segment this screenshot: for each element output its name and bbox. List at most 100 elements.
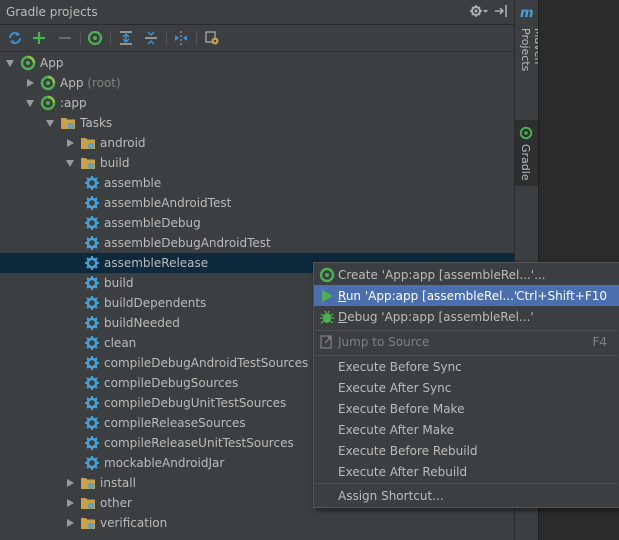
menu-item-label: Assign Shortcut... [338,489,444,503]
tree-item-label: build [104,276,134,290]
gradle-tab-label: Gradle [519,144,532,181]
folder-icon [80,515,96,531]
tree-item-node[interactable]: verification [0,513,514,533]
tree-item-task[interactable]: assembleAndroidTest [0,193,514,213]
expand-all-icon[interactable] [117,29,135,47]
tree-item-text: other [100,496,132,510]
run-icon [319,288,335,304]
expanded-arrow-icon[interactable] [46,120,54,127]
tree-item-task[interactable]: assembleDebugAndroidTest [0,233,514,253]
folder-icon [80,135,96,151]
gear-icon [84,275,100,291]
menu-item-label: Execute Before Rebuild [338,444,478,458]
expanded-arrow-icon[interactable] [26,100,34,107]
collapsed-arrow-icon[interactable] [67,499,74,507]
tree-item-node[interactable]: build [0,153,514,173]
tree-item-node[interactable]: :app [0,93,514,113]
gradle-toolbar [0,25,514,52]
gradle-icon [20,55,36,71]
tree-item-text: :app [60,96,87,110]
tree-item-node[interactable]: App [0,53,514,73]
execute-before-make-item[interactable]: Execute Before Make [314,398,619,419]
tree-item-label: compileDebugUnitTestSources [104,396,286,410]
tree-item-text: App [40,56,64,70]
tree-item-text: App [60,76,84,90]
tree-item-task[interactable]: assemble [0,173,514,193]
execute-gradle-task-icon[interactable] [86,29,104,47]
create-run-config-item[interactable]: Create 'App:app [assembleRel...'... [314,264,619,285]
tree-item-label: assembleDebug [104,216,201,230]
tree-item-task[interactable]: assembleDebug [0,213,514,233]
menu-item-label: Execute After Rebuild [338,465,468,479]
gradle-tab[interactable]: Gradle [515,120,538,186]
gradle-icon [40,75,56,91]
gradle-icon [40,95,56,111]
tree-item-text: verification [100,516,168,530]
menu-item-shortcut: F4 [592,335,607,349]
hide-panel-icon[interactable] [494,4,508,21]
tree-item-text: build [100,156,130,170]
tree-item-label: android [100,136,146,150]
tree-item-text: build [104,276,134,290]
refresh-icon[interactable] [6,29,24,47]
tree-item-text: compileDebugUnitTestSources [104,396,287,410]
jump-to-source-item[interactable]: Jump to Source F4 [314,331,619,352]
tree-item-label: compileReleaseUnitTestSources [104,436,294,450]
tree-item-label: compileReleaseSources [104,416,246,430]
collapsed-arrow-icon[interactable] [67,479,74,487]
menu-item-label: Debug 'App:app [assembleRel...' [338,310,534,324]
execute-before-rebuild-item[interactable]: Execute Before Rebuild [314,440,619,461]
tree-item-suffix: (root) [83,76,121,90]
expanded-arrow-icon[interactable] [66,160,74,167]
tree-item-text: buildNeeded [104,316,180,330]
tree-item-text: compileDebugAndroidTestSources [104,356,309,370]
collapsed-arrow-icon[interactable] [67,139,74,147]
menu-item-label: Execute After Sync [338,381,452,395]
execute-before-sync-item[interactable]: Execute Before Sync [314,356,619,377]
gear-icon [84,355,100,371]
context-menu: Create 'App:app [assembleRel...'... Run '… [313,262,619,508]
debug-task-item[interactable]: Debug 'App:app [assembleRel...' [314,306,619,327]
tree-item-node[interactable]: App (root) [0,73,514,93]
jump-to-source-icon [319,334,335,350]
tree-item-node[interactable]: android [0,133,514,153]
expanded-arrow-icon[interactable] [6,60,14,67]
assign-shortcut-item[interactable]: Assign Shortcut... [314,485,619,506]
gear-icon [84,335,100,351]
gradle-tab-icon [519,126,533,143]
toggle-offline-mode-icon[interactable] [172,29,190,47]
collapse-all-icon[interactable] [142,29,160,47]
tree-item-label: assembleAndroidTest [104,196,231,210]
tree-item-text: install [100,476,136,490]
toolbar-separator [166,31,167,45]
gear-icon [84,195,100,211]
tree-item-text: assembleAndroidTest [104,196,232,210]
run-task-item[interactable]: Run 'App:app [assembleRel...' Ctrl+Shift+… [314,285,619,306]
execute-after-make-item[interactable]: Execute After Make [314,419,619,440]
gradle-icon [319,267,335,283]
tree-item-text: compileDebugSources [104,376,239,390]
tree-item-text: mockableAndroidJar [104,456,225,470]
gear-icon [84,255,100,271]
settings-gear-icon[interactable] [470,4,488,21]
tree-item-label: other [100,496,132,510]
execute-after-rebuild-item[interactable]: Execute After Rebuild [314,461,619,482]
panel-header: Gradle projects [0,0,514,25]
tree-item-label: mockableAndroidJar [104,456,224,470]
folder-icon [80,495,96,511]
add-icon[interactable] [30,29,48,47]
gear-icon [84,455,100,471]
tree-item-label: :app [60,96,87,110]
collapsed-arrow-icon[interactable] [67,519,74,527]
menu-item-label: Execute Before Make [338,402,465,416]
tree-item-label: verification [100,516,167,530]
gear-icon [84,295,100,311]
gradle-settings-icon[interactable] [203,29,221,47]
remove-icon[interactable] [56,29,74,47]
collapsed-arrow-icon[interactable] [27,79,34,87]
tree-item-node[interactable]: Tasks [0,113,514,133]
execute-after-sync-item[interactable]: Execute After Sync [314,377,619,398]
maven-projects-tab[interactable]: m Maven Projects [515,0,545,110]
menu-item-label: Run 'App:app [assembleRel...' [338,289,518,303]
debug-bug-icon [319,309,335,325]
